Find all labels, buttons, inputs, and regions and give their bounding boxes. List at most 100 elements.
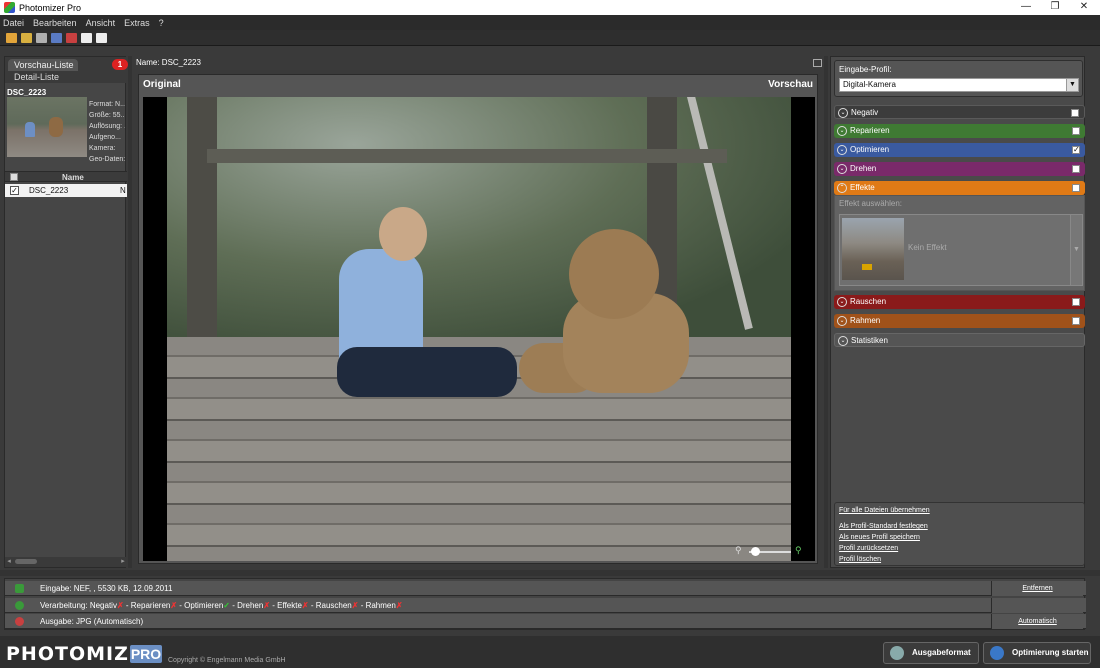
chevron-up-icon: ⌃ [837, 183, 847, 193]
settings-panel: Eingabe-Profil: Digital-Kamera ▼ ⌄ Negat… [830, 56, 1085, 568]
import-icon[interactable] [36, 32, 47, 43]
tab-detail-list[interactable]: Detail-Liste [8, 71, 68, 83]
section-statistiken[interactable]: ⌄ Statistiken [834, 333, 1085, 347]
split-view-icon[interactable] [96, 32, 107, 43]
menu-datei[interactable]: Datei [3, 18, 24, 28]
chevron-down-icon[interactable]: ▼ [1066, 79, 1078, 91]
x-icon: ✗ [170, 601, 178, 610]
column-name[interactable]: Name [62, 172, 84, 183]
profile-select[interactable]: Digital-Kamera ▼ [839, 78, 1079, 92]
save-icon[interactable] [51, 32, 62, 43]
proc-drehen: Drehen [237, 601, 264, 610]
file-count-badge: 1 [112, 59, 128, 70]
drehen-checkbox[interactable] [1072, 165, 1080, 173]
output-format-label: Ausgabeformat [912, 648, 971, 657]
proc-rauschen: Rauschen [315, 601, 352, 610]
delete-profile-link[interactable]: Profil löschen [839, 556, 881, 563]
section-negativ[interactable]: ⌄ Negativ [834, 105, 1085, 119]
reset-profile-link[interactable]: Profil zurücksetzen [839, 545, 898, 552]
rahmen-checkbox[interactable] [1072, 317, 1080, 325]
start-optimization-button[interactable]: Optimierung starten [983, 642, 1091, 664]
effekte-checkbox[interactable] [1072, 184, 1080, 192]
chevron-icon: ⌄ [837, 297, 847, 307]
title-bar: Photomizer Pro — ❐ ✕ [0, 0, 1100, 15]
optimieren-checkbox[interactable]: ✓ [1072, 146, 1080, 154]
x-icon: ✗ [263, 601, 271, 610]
zoom-out-icon[interactable]: ⚲ [735, 545, 742, 556]
effect-value: Kein Effekt [908, 243, 947, 252]
right-splitter[interactable] [824, 56, 828, 568]
preview-photo [167, 97, 791, 561]
horizontal-scrollbar[interactable]: ◂ ▸ [5, 557, 127, 567]
proc-negativ: Negativ [89, 601, 117, 610]
select-all-checkbox[interactable] [10, 173, 18, 181]
section-label: Negativ [851, 108, 879, 117]
reparieren-checkbox[interactable] [1072, 127, 1080, 135]
menu-help[interactable]: ? [159, 18, 164, 28]
meta-geo: Geo-Daten: [89, 156, 125, 163]
x-icon: ✗ [395, 601, 403, 610]
menu-bearbeiten[interactable]: Bearbeiten [33, 18, 77, 28]
file-thumbnail[interactable] [7, 97, 87, 157]
image-stage[interactable]: ⚲ ⚲ [143, 97, 815, 561]
open-folder-icon[interactable] [6, 32, 17, 43]
single-view-icon[interactable] [81, 32, 92, 43]
status-processing-row: Verarbeitung: Negativ✗ - Reparieren✗ - O… [5, 598, 1086, 613]
minimize-button[interactable]: — [1011, 0, 1041, 15]
chevron-icon: ⌄ [838, 108, 848, 118]
zoom-knob[interactable] [751, 547, 760, 556]
remove-icon[interactable] [66, 32, 77, 43]
zoom-slider[interactable]: ⚲ ⚲ [735, 545, 807, 557]
close-button[interactable]: ✕ [1069, 0, 1099, 15]
menu-extras[interactable]: Extras [124, 18, 150, 28]
meta-format: Format: N... [89, 101, 125, 108]
section-effekte[interactable]: ⌃ Effekte [834, 181, 1085, 195]
window-title: Photomizer Pro [19, 2, 82, 13]
menu-ansicht[interactable]: Ansicht [86, 18, 116, 28]
section-label: Drehen [850, 164, 877, 173]
gear-icon [890, 646, 904, 660]
section-reparieren[interactable]: ⌄ Reparieren [834, 124, 1085, 138]
section-rauschen[interactable]: ⌄ Rauschen [834, 295, 1085, 309]
output-format-button[interactable]: Ausgabeformat [883, 642, 979, 664]
apply-all-link[interactable]: Für alle Dateien übernehmen [839, 507, 930, 514]
x-icon: ✗ [351, 601, 359, 610]
section-label: Statistiken [851, 336, 888, 345]
meta-resolution: Auflösung: ... [89, 123, 125, 130]
section-optimieren[interactable]: ⌄ Optimieren ✓ [834, 143, 1085, 157]
list-item[interactable]: ✓ DSC_2223 N [5, 184, 127, 197]
meta-size: Größe: 55... [89, 112, 125, 119]
chevron-down-icon[interactable]: ▼ [1070, 215, 1082, 285]
maximize-button[interactable]: ❐ [1040, 0, 1070, 15]
bottom-splitter[interactable] [0, 570, 1100, 576]
file-list-panel: Vorschau-Liste Detail-Liste 1 DSC_2223 F… [4, 56, 128, 568]
set-default-link[interactable]: Als Profil-Standard festlegen [839, 523, 928, 530]
auto-link[interactable]: Automatisch [991, 614, 1083, 629]
row-name: DSC_2223 [29, 186, 69, 195]
left-splitter[interactable] [128, 56, 132, 568]
chevron-icon: ⌄ [838, 336, 848, 346]
negativ-checkbox[interactable] [1071, 109, 1079, 117]
x-icon: ✗ [301, 601, 309, 610]
rauschen-checkbox[interactable] [1072, 298, 1080, 306]
scroll-right-icon[interactable]: ▸ [119, 557, 127, 567]
effect-select[interactable]: Kein Effekt ▼ [839, 214, 1083, 286]
section-drehen[interactable]: ⌄ Drehen [834, 162, 1085, 176]
proc-optimieren: Optimieren [184, 601, 224, 610]
section-label: Rauschen [850, 297, 887, 306]
remove-link[interactable]: Entfernen [991, 581, 1083, 596]
processing-action [991, 598, 1083, 613]
add-files-icon[interactable] [21, 32, 32, 43]
input-profile: Eingabe-Profil: Digital-Kamera ▼ [834, 60, 1083, 97]
zoom-in-icon[interactable]: ⚲ [795, 545, 802, 556]
tab-preview-list[interactable]: Vorschau-Liste [8, 59, 78, 71]
section-label: Rahmen [850, 316, 881, 325]
scroll-thumb[interactable] [15, 559, 37, 564]
fullscreen-icon[interactable] [813, 59, 822, 67]
save-profile-link[interactable]: Als neues Profil speichern [839, 534, 920, 541]
status-output-row: Ausgabe: JPG (Automatisch) Automatisch [5, 614, 1086, 629]
scroll-left-icon[interactable]: ◂ [5, 557, 13, 567]
section-rahmen[interactable]: ⌄ Rahmen [834, 314, 1085, 328]
effect-thumbnail [842, 218, 904, 280]
row-checkbox[interactable]: ✓ [10, 186, 19, 195]
